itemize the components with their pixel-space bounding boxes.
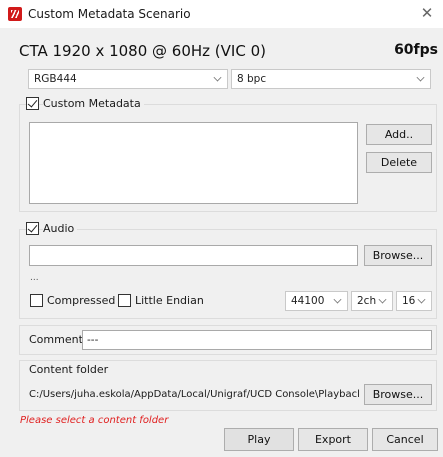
window-title: Custom Metadata Scenario (28, 7, 191, 21)
custom-metadata-checkbox[interactable] (26, 97, 39, 110)
content-folder-label: Content folder (29, 363, 109, 376)
custom-metadata-label: Custom Metadata (43, 97, 144, 110)
chevron-down-icon (416, 73, 425, 82)
chevron-down-icon (417, 295, 426, 304)
delete-metadata-button[interactable]: Delete (366, 152, 432, 173)
compressed-checkbox[interactable] (30, 294, 43, 307)
audio-label: Audio (43, 222, 78, 235)
bits-value: 16 (402, 295, 416, 307)
color-format-value: RGB444 (34, 73, 77, 85)
unigraf-logo-icon (8, 7, 22, 21)
little-endian-label: Little Endian (135, 294, 204, 307)
chevron-down-icon (378, 295, 387, 304)
video-mode-title: CTA 1920 x 1080 @ 60Hz (VIC 0) (19, 42, 266, 60)
comment-label: Comment (29, 333, 83, 346)
close-icon[interactable]: ✕ (418, 4, 436, 22)
audio-info-text: ... (30, 273, 39, 283)
content-folder-browse-button[interactable]: Browse... (364, 384, 432, 405)
little-endian-checkbox[interactable] (118, 294, 131, 307)
play-button[interactable]: Play (224, 428, 294, 451)
content-folder-path: C:/Users/juha.eskola/AppData/Local/Unigr… (29, 389, 359, 400)
color-format-select[interactable]: RGB444 (28, 69, 228, 89)
channels-select[interactable]: 2ch (351, 291, 393, 311)
chevron-down-icon (333, 295, 342, 304)
sample-rate-select[interactable]: 44100 (285, 291, 348, 311)
audio-checkbox[interactable] (26, 222, 39, 235)
cancel-button[interactable]: Cancel (372, 428, 438, 451)
sample-rate-value: 44100 (291, 295, 325, 307)
compressed-label: Compressed (47, 294, 116, 307)
fps-label: 60fps (394, 42, 438, 58)
metadata-list[interactable] (29, 122, 358, 204)
error-message: Please select a content folder (20, 415, 169, 426)
comment-input[interactable]: --- (82, 330, 432, 350)
audio-file-input[interactable] (29, 245, 358, 266)
bits-select[interactable]: 16 (396, 291, 432, 311)
bit-depth-value: 8 bpc (237, 73, 267, 85)
export-button[interactable]: Export (298, 428, 368, 451)
audio-browse-button[interactable]: Browse... (364, 245, 432, 266)
bit-depth-select[interactable]: 8 bpc (231, 69, 431, 89)
channels-value: 2ch (357, 295, 377, 307)
add-metadata-button[interactable]: Add.. (366, 124, 432, 145)
chevron-down-icon (213, 73, 222, 82)
